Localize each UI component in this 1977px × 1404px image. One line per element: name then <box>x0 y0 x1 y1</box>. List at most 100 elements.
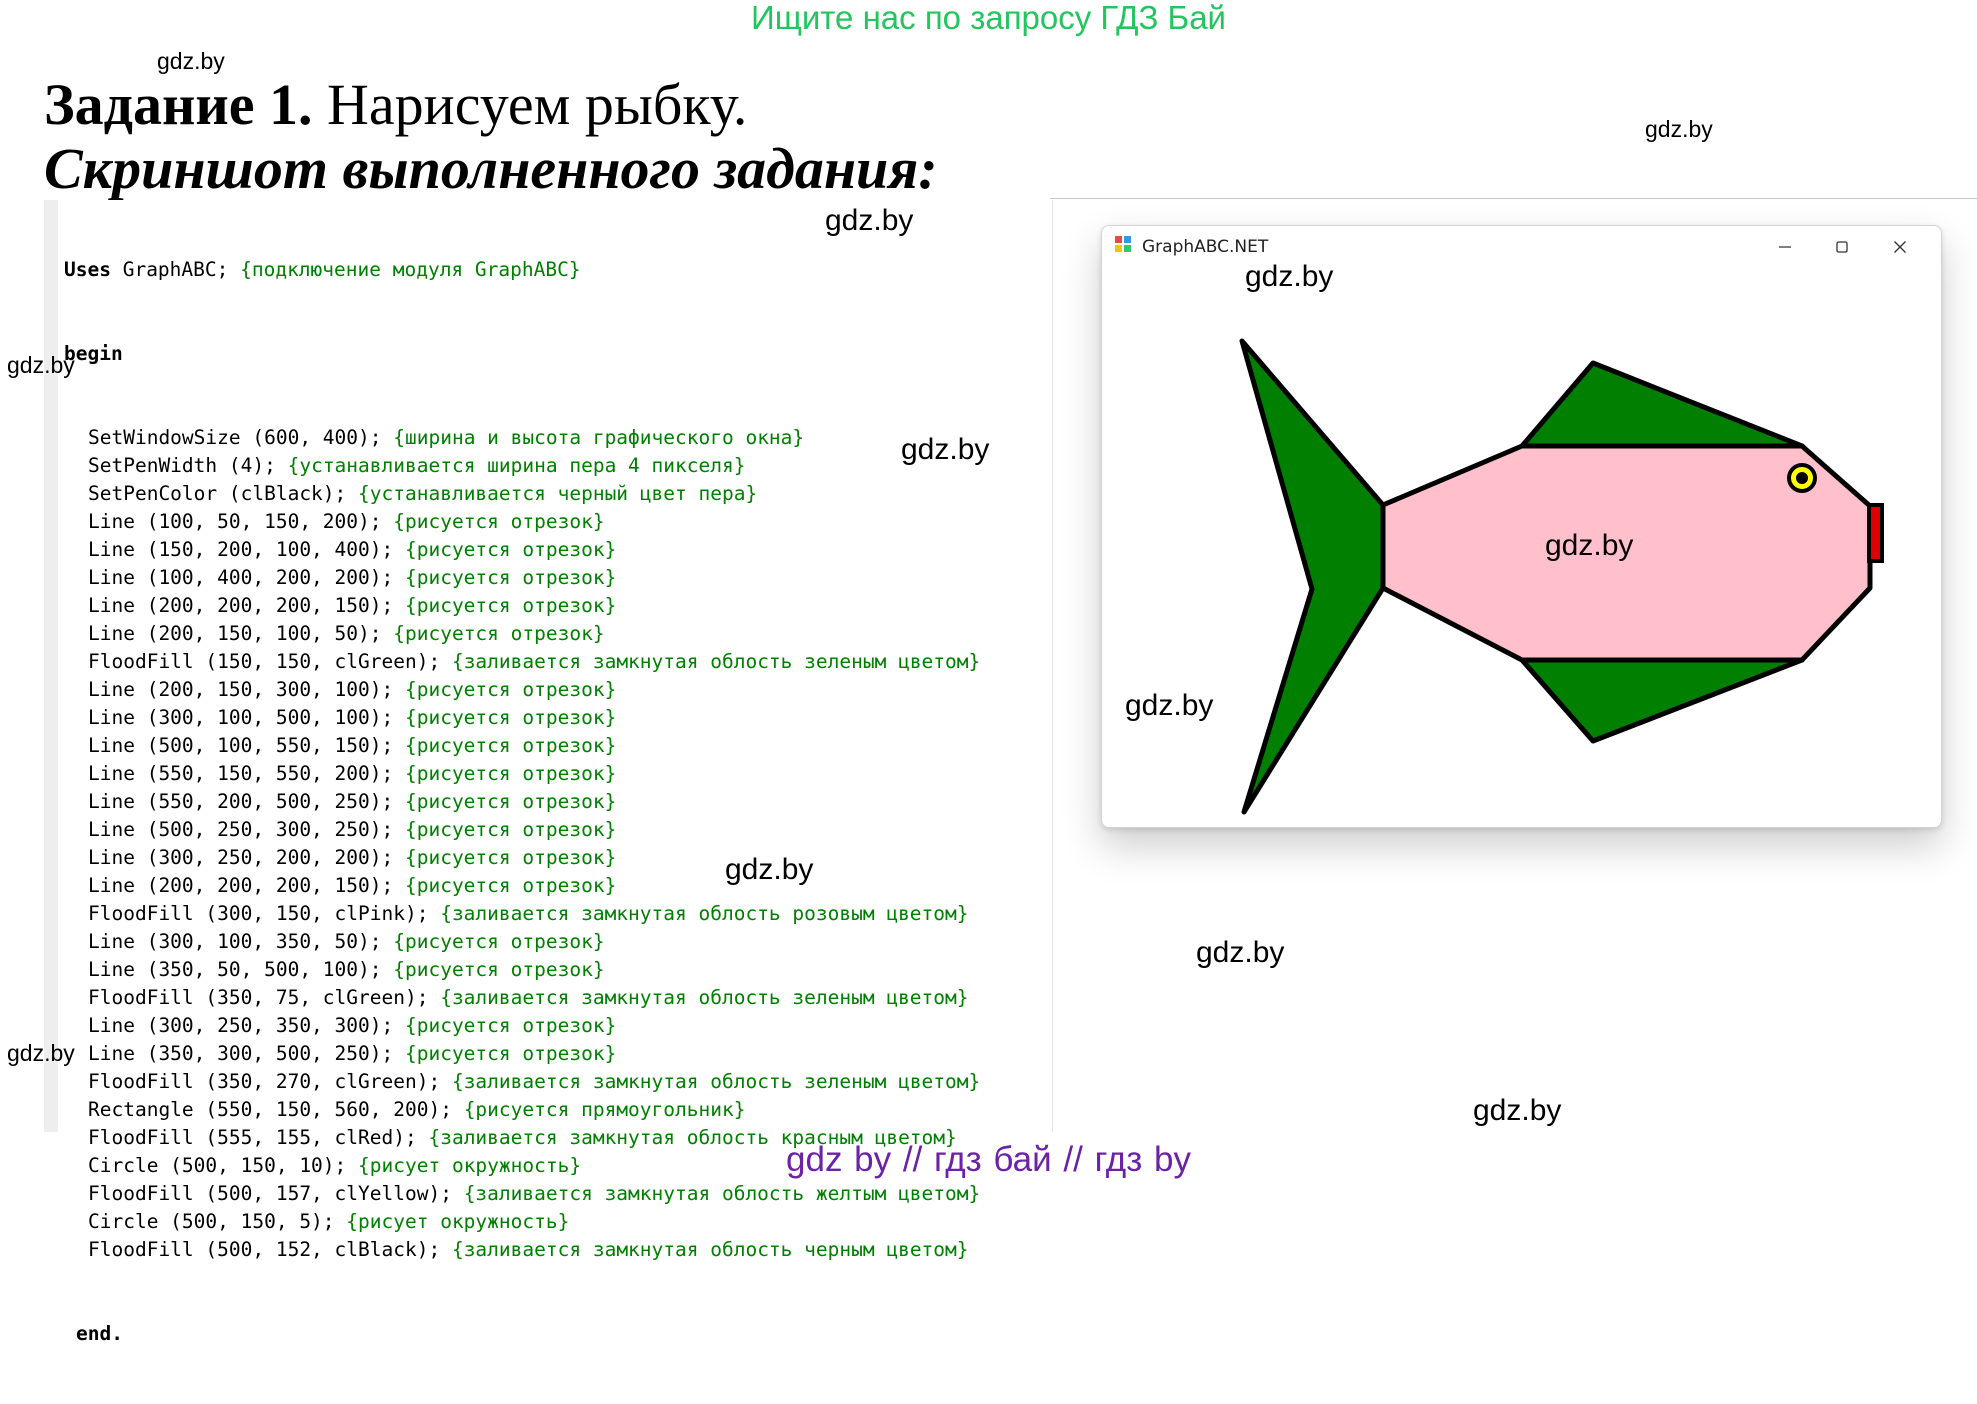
code-comment: {рисуется отрезок} <box>404 594 617 617</box>
uses-module: GraphABC; <box>110 258 241 281</box>
editor-gutter <box>44 200 58 1132</box>
code-comment: {заливается замкнутая облость зеленым цв… <box>451 650 981 673</box>
code-comment: {рисуется отрезок} <box>404 538 617 561</box>
code-statement: FloodFill (500, 157, clYellow); <box>88 1182 464 1205</box>
code-line: Line (500, 100, 550, 150); {рисуется отр… <box>64 732 1049 760</box>
code-comment: {ширина и высота графического окна} <box>393 426 805 449</box>
graphics-canvas <box>1239 338 1884 815</box>
watermark: gdz.by <box>1645 116 1713 142</box>
watermark: gdz.by <box>1545 529 1634 562</box>
code-statement: Line (500, 100, 550, 150); <box>88 734 405 757</box>
code-statement: FloodFill (300, 150, clPink); <box>88 902 441 925</box>
code-line: Line (100, 400, 200, 200); {рисуется отр… <box>64 564 1049 592</box>
footer-links: gdz by // гдз бай // гдз by <box>786 1140 1191 1179</box>
code-comment: {рисуется отрезок} <box>393 510 605 533</box>
code-comment: {заливается замкнутая облость зеленым цв… <box>440 986 969 1009</box>
code-line: FloodFill (500, 152, clBlack); {заливает… <box>64 1236 1049 1264</box>
code-comment: {рисуется отрезок} <box>404 678 617 701</box>
code-statement: SetWindowSize (600, 400); <box>88 426 394 449</box>
code-listing: Uses GraphABC; {подключение модуля Graph… <box>64 200 1049 1404</box>
code-comment: {рисуется отрезок} <box>393 958 605 981</box>
watermark: gdz.by <box>1245 260 1334 293</box>
code-comment: {рисуется отрезок} <box>404 566 617 589</box>
code-line: FloodFill (150, 150, clGreen); {заливает… <box>64 648 1049 676</box>
code-comment: {заливается замкнутая облость зеленым цв… <box>451 1070 981 1093</box>
close-button[interactable] <box>1877 230 1923 264</box>
minimize-icon <box>1779 246 1791 248</box>
maximize-button[interactable] <box>1819 230 1865 264</box>
code-line: Rectangle (550, 150, 560, 200); {рисуетс… <box>64 1096 1049 1124</box>
code-comment: {рисуется отрезок} <box>393 930 605 953</box>
task-title: Нарисуем рыбку. <box>312 72 748 137</box>
watermark: gdz.by <box>157 48 225 74</box>
code-statement: Rectangle (550, 150, 560, 200); <box>88 1098 464 1121</box>
code-line: Line (200, 150, 100, 50); {рисуется отре… <box>64 620 1049 648</box>
top-banner: Ищите нас по запросу ГДЗ Бай <box>751 0 1226 36</box>
code-comment: {рисуется отрезок} <box>404 874 617 897</box>
task-number: Задание 1. <box>44 72 313 137</box>
code-statement: Line (550, 200, 500, 250); <box>88 790 405 813</box>
graphabc-window: GraphABC.NET <box>1101 225 1942 828</box>
code-line: Line (200, 150, 300, 100); {рисуется отр… <box>64 676 1049 704</box>
code-line: Line (200, 200, 200, 150); {рисуется отр… <box>64 592 1049 620</box>
close-icon <box>1894 241 1906 253</box>
code-body: SetWindowSize (600, 400); {ширина и высо… <box>64 424 1049 1264</box>
watermark: gdz.by <box>825 204 914 237</box>
code-statement: Line (100, 400, 200, 200); <box>88 566 405 589</box>
code-comment: {рисует окружность} <box>346 1210 570 1233</box>
app-icon <box>1115 236 1131 252</box>
code-statement: Line (300, 250, 350, 300); <box>88 1014 405 1037</box>
code-statement: FloodFill (500, 152, clBlack); <box>88 1238 452 1261</box>
code-comment: {рисуется прямоугольник} <box>463 1098 746 1121</box>
code-statement: Line (150, 200, 100, 400); <box>88 538 405 561</box>
code-line: Line (300, 250, 350, 300); {рисуется отр… <box>64 1012 1049 1040</box>
code-comment: {рисуется отрезок} <box>404 846 617 869</box>
code-statement: FloodFill (350, 75, clGreen); <box>88 986 441 1009</box>
fish-eye-pupil <box>1796 472 1808 484</box>
code-comment: {рисуется отрезок} <box>404 762 617 785</box>
code-comment: {заливается замкнутая облость желтым цве… <box>463 1182 981 1205</box>
code-comment: {рисуется отрезок} <box>404 706 617 729</box>
code-line: Line (300, 100, 500, 100); {рисуется отр… <box>64 704 1049 732</box>
code-statement: FloodFill (150, 150, clGreen); <box>88 650 452 673</box>
code-statement: SetPenWidth (4); <box>88 454 288 477</box>
code-statement: Line (550, 150, 550, 200); <box>88 762 405 785</box>
code-statement: SetPenColor (clBlack); <box>88 482 359 505</box>
code-line: SetPenColor (clBlack); {устанавливается … <box>64 480 1049 508</box>
code-statement: Line (200, 150, 300, 100); <box>88 678 405 701</box>
window-title: GraphABC.NET <box>1142 237 1269 257</box>
code-statement: Line (500, 250, 300, 250); <box>88 818 405 841</box>
fish-mouth <box>1867 503 1884 563</box>
keyword-uses: Uses <box>64 258 111 281</box>
code-line: FloodFill (300, 150, clPink); {заливаетс… <box>64 900 1049 928</box>
code-line-begin: begin <box>64 342 123 365</box>
code-statement: Line (300, 100, 350, 50); <box>88 930 394 953</box>
code-statement: Line (100, 50, 150, 200); <box>88 510 394 533</box>
code-line: Line (150, 200, 100, 400); {рисуется отр… <box>64 536 1049 564</box>
maximize-icon <box>1836 241 1848 253</box>
code-line: FloodFill (350, 270, clGreen); {заливает… <box>64 1068 1049 1096</box>
code-line: FloodFill (350, 75, clGreen); {заливаетс… <box>64 984 1049 1012</box>
code-line: Line (500, 250, 300, 250); {рисуется отр… <box>64 816 1049 844</box>
code-line-uses: Uses GraphABC; {подключение модуля Graph… <box>64 256 1049 284</box>
code-comment: {рисуется отрезок} <box>404 734 617 757</box>
code-comment: {рисуется отрезок} <box>404 818 617 841</box>
code-comment: {заливается замкнутая облость черным цве… <box>451 1238 969 1261</box>
code-line: Line (550, 150, 550, 200); {рисуется отр… <box>64 760 1049 788</box>
code-editor: Uses GraphABC; {подключение модуля Graph… <box>44 200 1053 1345</box>
task-heading: Задание 1. Нарисуем рыбку. <box>44 72 747 138</box>
window-titlebar[interactable]: GraphABC.NET <box>1102 226 1941 268</box>
code-comment: {устанавливается черный цвет пера} <box>358 482 758 505</box>
code-statement: Line (200, 150, 100, 50); <box>88 622 394 645</box>
code-statement: Line (200, 200, 200, 150); <box>88 594 405 617</box>
code-statement: Line (300, 250, 200, 200); <box>88 846 405 869</box>
code-line: Line (550, 200, 500, 250); {рисуется отр… <box>64 788 1049 816</box>
watermark: gdz.by <box>901 433 990 466</box>
code-statement: Line (300, 100, 500, 100); <box>88 706 405 729</box>
fish-bottom-fin <box>1519 657 1805 744</box>
watermark: gdz.by <box>1125 689 1214 722</box>
code-statement: Line (200, 200, 200, 150); <box>88 874 405 897</box>
minimize-button[interactable] <box>1762 230 1808 264</box>
code-statement: Line (350, 50, 500, 100); <box>88 958 394 981</box>
code-comment: {подключение модуля GraphABC} <box>240 258 581 281</box>
